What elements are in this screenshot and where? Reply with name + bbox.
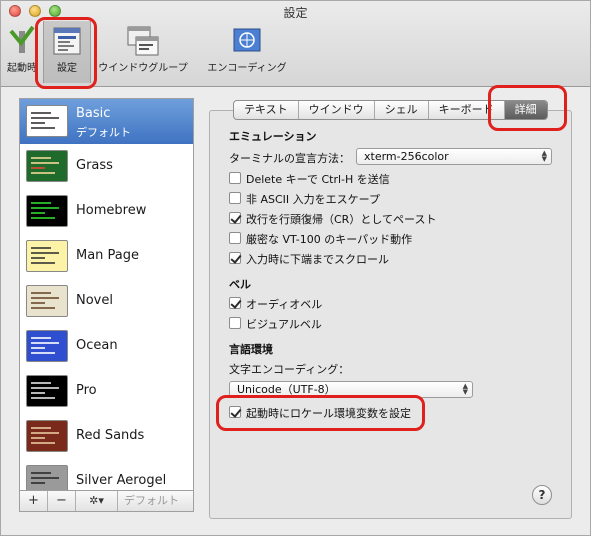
- checkbox[interactable]: [229, 172, 241, 184]
- profile-thumbnail: [26, 330, 68, 362]
- encoding-flag-icon: [233, 28, 261, 52]
- toolbar-encoding[interactable]: エンコーディング: [201, 21, 293, 83]
- window-title: 設定: [283, 6, 308, 20]
- check-visual-bell[interactable]: ビジュアルベル: [229, 316, 322, 331]
- checkbox[interactable]: [229, 232, 241, 244]
- window-groups-icon: [127, 26, 159, 56]
- gear-menu-button[interactable]: ✲▾: [76, 491, 118, 511]
- switch-icon: [9, 25, 35, 53]
- profile-thumbnail: [26, 420, 68, 452]
- profile-thumbnail: [26, 105, 68, 137]
- check-delete-ctrl-h[interactable]: Delete キーで Ctrl-H を送信: [229, 171, 390, 186]
- title-toolbar: 設定 起動時 設定 ウインドウグループ エンコーディング: [1, 1, 590, 87]
- bell-section-title: ベル: [229, 278, 251, 291]
- settings-tabs: テキスト ウインドウ シェル キーボード 詳細: [233, 100, 548, 120]
- help-button[interactable]: ?: [532, 485, 552, 505]
- emulation-section-title: エミュレーション: [229, 130, 317, 143]
- profile-item-basic[interactable]: Basic デフォルト: [20, 99, 193, 144]
- remove-profile-button[interactable]: −: [48, 491, 76, 511]
- set-default-button[interactable]: デフォルト: [124, 491, 179, 511]
- check-set-locale-env[interactable]: 起動時にロケール環境変数を設定: [229, 405, 411, 420]
- profile-item-red-sands[interactable]: Red Sands: [20, 414, 193, 459]
- check-strict-vt100[interactable]: 厳密な VT-100 のキーパッド動作: [229, 231, 412, 246]
- checkbox[interactable]: [229, 406, 241, 418]
- select-arrows-icon: ▲ ▼: [462, 382, 468, 396]
- tab-window[interactable]: ウインドウ: [299, 101, 375, 119]
- settings-panel-icon: [53, 27, 81, 55]
- checkbox[interactable]: [229, 212, 241, 224]
- toolbar-startup[interactable]: 起動時: [5, 21, 39, 83]
- tab-text[interactable]: テキスト: [234, 101, 299, 119]
- profile-item-homebrew[interactable]: Homebrew: [20, 189, 193, 234]
- tab-advanced[interactable]: 詳細: [504, 101, 547, 119]
- profile-thumbnail: [26, 240, 68, 272]
- profile-item-novel[interactable]: Novel: [20, 279, 193, 324]
- profile-thumbnail: [26, 465, 68, 491]
- check-escape-non-ascii[interactable]: 非 ASCII 入力をエスケープ: [229, 191, 380, 206]
- profile-thumbnail: [26, 150, 68, 182]
- profile-thumbnail: [26, 285, 68, 317]
- check-paste-newline-cr[interactable]: 改行を行頭復帰（CR）としてペースト: [229, 211, 436, 226]
- profile-thumbnail: [26, 375, 68, 407]
- checkbox[interactable]: [229, 252, 241, 264]
- declare-terminal-label: ターミナルの宣言方法：: [229, 152, 350, 165]
- profile-item-silver-aerogel[interactable]: Silver Aerogel: [20, 459, 193, 491]
- profile-item-pro[interactable]: Pro: [20, 369, 193, 414]
- tab-keyboard[interactable]: キーボード: [429, 101, 505, 119]
- checkbox[interactable]: [229, 297, 241, 309]
- toolbar-window-groups[interactable]: ウインドウグループ: [95, 21, 191, 83]
- checkbox[interactable]: [229, 317, 241, 329]
- tab-shell[interactable]: シェル: [375, 101, 429, 119]
- language-section-title: 言語環境: [229, 343, 273, 356]
- profile-list[interactable]: Basic デフォルト Grass Homebrew Man Page Nove…: [19, 98, 194, 492]
- add-profile-button[interactable]: +: [20, 491, 48, 511]
- profile-thumbnail: [26, 195, 68, 227]
- settings-window: 設定 起動時 設定 ウインドウグループ エンコーディング Basic デフォルト…: [0, 0, 591, 536]
- profile-item-man-page[interactable]: Man Page: [20, 234, 193, 279]
- select-arrows-icon: ▲ ▼: [541, 149, 547, 163]
- encoding-select[interactable]: Unicode（UTF-8） ▲ ▼: [229, 381, 473, 398]
- profile-list-toolbar: + − ✲▾ デフォルト: [19, 490, 194, 512]
- encoding-label: 文字エンコーディング：: [229, 363, 350, 376]
- check-scroll-on-input[interactable]: 入力時に下端までスクロール: [229, 251, 389, 266]
- profile-item-grass[interactable]: Grass: [20, 144, 193, 189]
- checkbox[interactable]: [229, 192, 241, 204]
- profile-item-ocean[interactable]: Ocean: [20, 324, 193, 369]
- check-audio-bell[interactable]: オーディオベル: [229, 296, 322, 311]
- declare-terminal-select[interactable]: xterm-256color ▲ ▼: [356, 148, 552, 165]
- toolbar-settings[interactable]: 設定: [43, 21, 91, 83]
